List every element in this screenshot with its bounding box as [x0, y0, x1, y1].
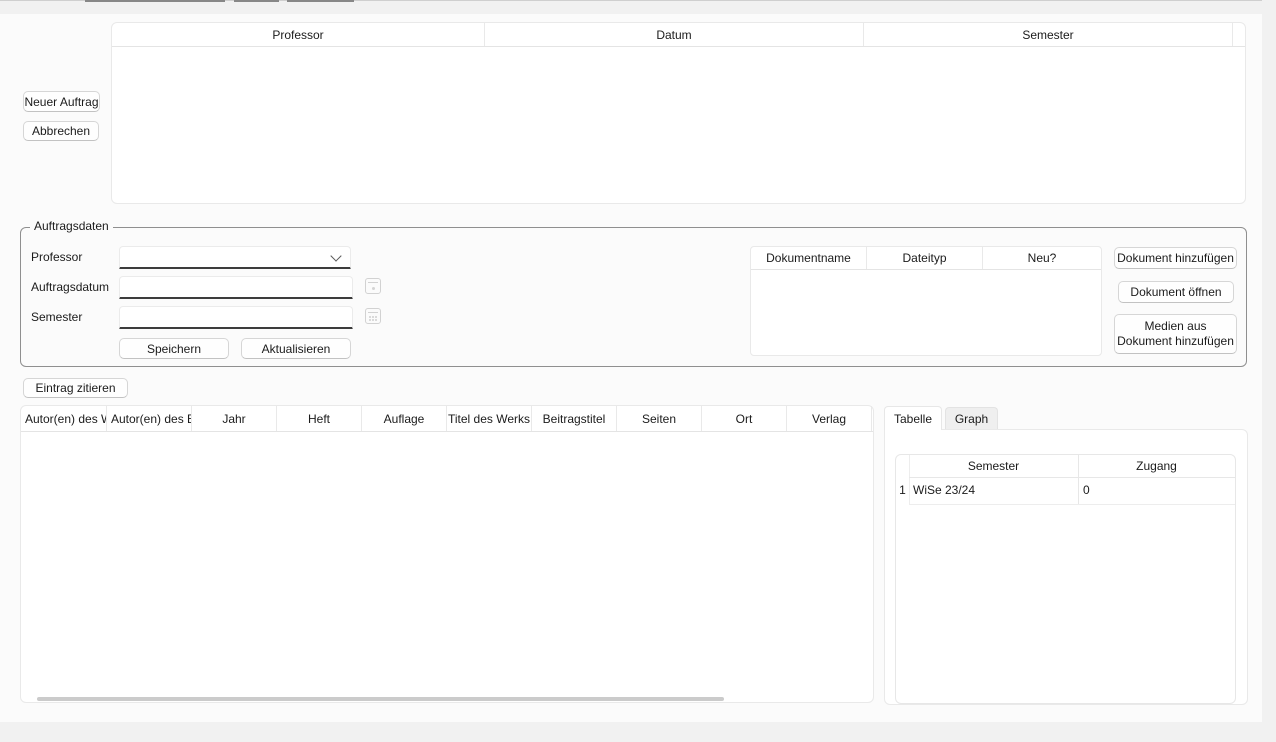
documents-table-header: Dokumentname Dateityp Neu?: [751, 247, 1101, 270]
documents-table: Dokumentname Dateityp Neu?: [750, 246, 1102, 356]
save-button[interactable]: Speichern: [119, 338, 229, 359]
horizontal-scrollbar[interactable]: [37, 697, 724, 701]
orders-table-body[interactable]: [112, 47, 1245, 204]
calendar-icon[interactable]: [365, 308, 381, 324]
professor-label: Professor: [31, 246, 82, 269]
stats-table-row[interactable]: 1 WiSe 23/24 0: [896, 477, 1235, 504]
window-top-edge-segment: [287, 0, 354, 2]
semester-cell: WiSe 23/24: [913, 477, 975, 504]
citations-table-header: Autor(en) des Werks Autor(en) des Beitra…: [21, 406, 873, 432]
documents-table-body[interactable]: [751, 270, 1101, 356]
orders-table-header: Professor Datum Semester: [112, 23, 1245, 47]
app-screen: Professor Datum Semester Neuer Auftrag A…: [0, 0, 1276, 742]
semester-stats-table: Semester Zugang 1 WiSe 23/24 0: [895, 454, 1236, 704]
zugang-cell: 0: [1083, 477, 1090, 504]
semester-field[interactable]: [119, 306, 353, 329]
refresh-button[interactable]: Aktualisieren: [241, 338, 351, 359]
citations-column-work-authors[interactable]: Autor(en) des Werks: [21, 406, 107, 431]
citations-column-publisher[interactable]: Verlag: [787, 406, 872, 431]
semester-label: Semester: [31, 306, 82, 329]
citations-column-work-title[interactable]: Titel des Werks: [447, 406, 532, 431]
cite-entry-button[interactable]: Eintrag zitieren: [23, 378, 128, 398]
add-document-button[interactable]: Dokument hinzufügen: [1114, 247, 1237, 269]
orders-table: Professor Datum Semester: [111, 22, 1246, 204]
citations-table: Autor(en) des Werks Autor(en) des Beitra…: [20, 405, 874, 703]
citations-column-issue[interactable]: Heft: [277, 406, 362, 431]
window-top-edge-segment: [234, 0, 279, 2]
new-order-button[interactable]: Neuer Auftrag: [23, 91, 100, 112]
order-date-field[interactable]: [119, 276, 353, 299]
stats-tab-panel: Semester Zugang 1 WiSe 23/24 0: [884, 429, 1248, 705]
window-top-edge-segment: [85, 0, 225, 2]
calendar-icon[interactable]: [365, 278, 381, 294]
citations-column-contribution-authors[interactable]: Autor(en) des Beitrags: [107, 406, 192, 431]
citations-column-contribution-title[interactable]: Beitragstitel: [532, 406, 617, 431]
chevron-down-icon[interactable]: [330, 250, 341, 261]
semester-input[interactable]: [124, 307, 332, 326]
order-date-label: Auftragsdatum: [31, 276, 109, 299]
documents-column-new[interactable]: Neu?: [983, 247, 1101, 269]
professor-combobox[interactable]: [119, 246, 351, 269]
groupbox-title: Auftragsdaten: [30, 219, 113, 233]
professor-combobox-input[interactable]: [124, 247, 330, 266]
documents-column-filetype[interactable]: Dateityp: [867, 247, 983, 269]
add-media-from-document-button[interactable]: Medien aus Dokument hinzufügen: [1114, 314, 1237, 354]
citations-table-body[interactable]: [21, 432, 873, 692]
documents-column-name[interactable]: Dokumentname: [751, 247, 867, 269]
order-data-groupbox: Auftragsdaten Professor Auftragsdatum Se…: [20, 227, 1247, 367]
cancel-button[interactable]: Abbrechen: [23, 121, 99, 141]
orders-column-semester[interactable]: Semester: [864, 23, 1233, 46]
orders-column-professor[interactable]: Professor: [112, 23, 485, 46]
tab-graph[interactable]: Graph: [945, 407, 998, 429]
citations-column-place[interactable]: Ort: [702, 406, 787, 431]
citations-column-year[interactable]: Jahr: [192, 406, 277, 431]
row-number: 1: [896, 477, 909, 504]
citations-column-pages[interactable]: Seiten: [617, 406, 702, 431]
citations-column-edition[interactable]: Auflage: [362, 406, 447, 431]
orders-column-datum[interactable]: Datum: [485, 23, 864, 46]
order-date-input[interactable]: [124, 277, 332, 296]
stats-row-divider: [909, 504, 1235, 505]
main-window: Professor Datum Semester Neuer Auftrag A…: [0, 14, 1262, 722]
open-document-button[interactable]: Dokument öffnen: [1118, 281, 1234, 303]
stats-column-zugang[interactable]: Zugang: [1078, 455, 1235, 477]
stats-column-semester[interactable]: Semester: [909, 455, 1078, 477]
tab-tabelle[interactable]: Tabelle: [884, 406, 942, 430]
